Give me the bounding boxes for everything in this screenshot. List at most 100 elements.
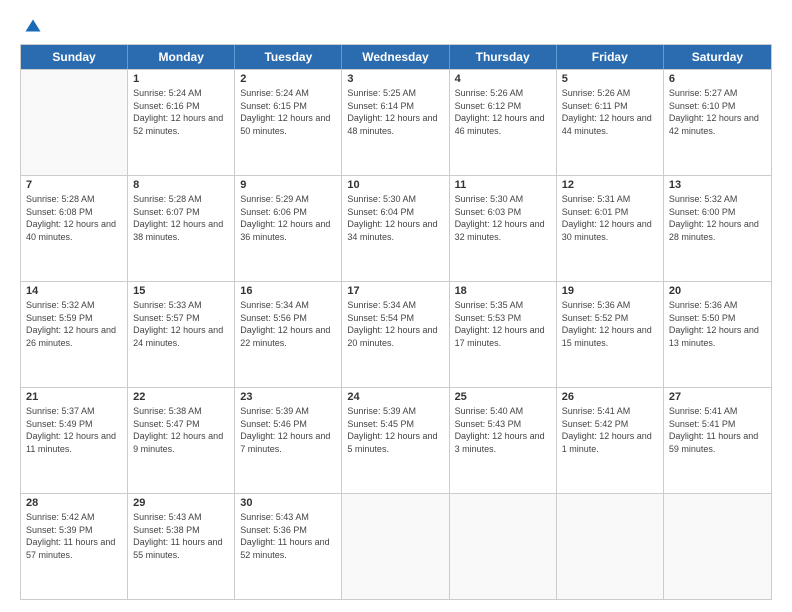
day-number: 18: [455, 285, 551, 297]
calendar-cell: 4 Sunrise: 5:26 AM Sunset: 6:12 PM Daylig…: [450, 70, 557, 175]
logo-area: [20, 18, 42, 36]
day-detail: Sunrise: 5:35 AM Sunset: 5:53 PM Dayligh…: [455, 299, 551, 349]
day-detail: Sunrise: 5:24 AM Sunset: 6:16 PM Dayligh…: [133, 87, 229, 137]
day-number: 22: [133, 391, 229, 403]
calendar-cell: 21 Sunrise: 5:37 AM Sunset: 5:49 PM Dayli…: [21, 388, 128, 493]
header: [20, 18, 772, 36]
day-detail: Sunrise: 5:43 AM Sunset: 5:36 PM Dayligh…: [240, 511, 336, 561]
calendar-cell: 5Sunrise: 5:26 AM Sunset: 6:11 PM Daylig…: [557, 70, 664, 175]
calendar-cell: 15Sunrise: 5:33 AM Sunset: 5:57 PM Dayli…: [128, 282, 235, 387]
header-day-saturday: Saturday: [664, 45, 771, 69]
day-detail: Sunrise: 5:30 AM Sunset: 6:03 PM Dayligh…: [455, 193, 551, 243]
calendar-week-3: 14 Sunrise: 5:32 AM Sunset: 5:59 PM Dayli…: [21, 281, 771, 387]
day-number: 30: [240, 497, 336, 509]
day-detail: Sunrise: 5:26 AM Sunset: 6:12 PM Dayligh…: [455, 87, 551, 137]
calendar-week-2: 7 Sunrise: 5:28 AM Sunset: 6:08 PM Daylig…: [21, 175, 771, 281]
calendar-cell: 3Sunrise: 5:25 AM Sunset: 6:14 PM Daylig…: [342, 70, 449, 175]
day-number: 26: [562, 391, 658, 403]
calendar-cell: 25 Sunrise: 5:40 AM Sunset: 5:43 PM Dayli…: [450, 388, 557, 493]
day-detail: Sunrise: 5:27 AM Sunset: 6:10 PM Dayligh…: [669, 87, 766, 137]
day-detail: Sunrise: 5:39 AM Sunset: 5:45 PM Dayligh…: [347, 405, 443, 455]
calendar-cell: 19 Sunrise: 5:36 AM Sunset: 5:52 PM Dayli…: [557, 282, 664, 387]
logo-icon: [24, 18, 42, 36]
day-detail: Sunrise: 5:40 AM Sunset: 5:43 PM Dayligh…: [455, 405, 551, 455]
calendar-cell: [450, 494, 557, 599]
day-detail: Sunrise: 5:37 AM Sunset: 5:49 PM Dayligh…: [26, 405, 122, 455]
header-day-thursday: Thursday: [450, 45, 557, 69]
day-number: 23: [240, 391, 336, 403]
day-number: 20: [669, 285, 766, 297]
logo: [20, 18, 42, 36]
calendar-cell: 16 Sunrise: 5:34 AM Sunset: 5:56 PM Dayli…: [235, 282, 342, 387]
calendar: SundayMondayTuesdayWednesdayThursdayFrid…: [20, 44, 772, 600]
calendar-week-5: 28Sunrise: 5:42 AM Sunset: 5:39 PM Dayli…: [21, 493, 771, 599]
calendar-cell: 10Sunrise: 5:30 AM Sunset: 6:04 PM Dayli…: [342, 176, 449, 281]
calendar-cell: [557, 494, 664, 599]
calendar-week-1: 1 Sunrise: 5:24 AM Sunset: 6:16 PM Daylig…: [21, 69, 771, 175]
day-number: 21: [26, 391, 122, 403]
day-number: 14: [26, 285, 122, 297]
day-detail: Sunrise: 5:28 AM Sunset: 6:07 PM Dayligh…: [133, 193, 229, 243]
calendar-cell: 22 Sunrise: 5:38 AM Sunset: 5:47 PM Dayli…: [128, 388, 235, 493]
day-detail: Sunrise: 5:24 AM Sunset: 6:15 PM Dayligh…: [240, 87, 336, 137]
day-number: 16: [240, 285, 336, 297]
calendar-cell: 30 Sunrise: 5:43 AM Sunset: 5:36 PM Dayli…: [235, 494, 342, 599]
calendar-cell: 8 Sunrise: 5:28 AM Sunset: 6:07 PM Daylig…: [128, 176, 235, 281]
day-number: 17: [347, 285, 443, 297]
day-detail: Sunrise: 5:43 AM Sunset: 5:38 PM Dayligh…: [133, 511, 229, 561]
day-number: 3: [347, 73, 443, 85]
calendar-cell: 2 Sunrise: 5:24 AM Sunset: 6:15 PM Daylig…: [235, 70, 342, 175]
day-number: 19: [562, 285, 658, 297]
calendar-cell: [21, 70, 128, 175]
day-number: 7: [26, 179, 122, 191]
calendar-cell: 24Sunrise: 5:39 AM Sunset: 5:45 PM Dayli…: [342, 388, 449, 493]
calendar-cell: 28Sunrise: 5:42 AM Sunset: 5:39 PM Dayli…: [21, 494, 128, 599]
day-detail: Sunrise: 5:34 AM Sunset: 5:54 PM Dayligh…: [347, 299, 443, 349]
calendar-cell: 6 Sunrise: 5:27 AM Sunset: 6:10 PM Daylig…: [664, 70, 771, 175]
calendar-cell: 9 Sunrise: 5:29 AM Sunset: 6:06 PM Daylig…: [235, 176, 342, 281]
calendar-cell: 7 Sunrise: 5:28 AM Sunset: 6:08 PM Daylig…: [21, 176, 128, 281]
day-number: 5: [562, 73, 658, 85]
day-number: 4: [455, 73, 551, 85]
day-detail: Sunrise: 5:38 AM Sunset: 5:47 PM Dayligh…: [133, 405, 229, 455]
day-number: 2: [240, 73, 336, 85]
page: SundayMondayTuesdayWednesdayThursdayFrid…: [0, 0, 792, 612]
day-number: 15: [133, 285, 229, 297]
day-detail: Sunrise: 5:41 AM Sunset: 5:41 PM Dayligh…: [669, 405, 766, 455]
calendar-cell: 18 Sunrise: 5:35 AM Sunset: 5:53 PM Dayli…: [450, 282, 557, 387]
day-number: 11: [455, 179, 551, 191]
day-number: 27: [669, 391, 766, 403]
day-number: 29: [133, 497, 229, 509]
calendar-cell: 12 Sunrise: 5:31 AM Sunset: 6:01 PM Dayli…: [557, 176, 664, 281]
day-number: 6: [669, 73, 766, 85]
calendar-cell: 27 Sunrise: 5:41 AM Sunset: 5:41 PM Dayli…: [664, 388, 771, 493]
calendar-cell: 29 Sunrise: 5:43 AM Sunset: 5:38 PM Dayli…: [128, 494, 235, 599]
day-number: 25: [455, 391, 551, 403]
day-number: 12: [562, 179, 658, 191]
day-detail: Sunrise: 5:36 AM Sunset: 5:52 PM Dayligh…: [562, 299, 658, 349]
calendar-cell: 20 Sunrise: 5:36 AM Sunset: 5:50 PM Dayli…: [664, 282, 771, 387]
day-detail: Sunrise: 5:34 AM Sunset: 5:56 PM Dayligh…: [240, 299, 336, 349]
day-detail: Sunrise: 5:32 AM Sunset: 5:59 PM Dayligh…: [26, 299, 122, 349]
calendar-cell: 14 Sunrise: 5:32 AM Sunset: 5:59 PM Dayli…: [21, 282, 128, 387]
day-number: 1: [133, 73, 229, 85]
day-number: 28: [26, 497, 122, 509]
calendar-cell: 23 Sunrise: 5:39 AM Sunset: 5:46 PM Dayli…: [235, 388, 342, 493]
day-detail: Sunrise: 5:32 AM Sunset: 6:00 PM Dayligh…: [669, 193, 766, 243]
day-number: 9: [240, 179, 336, 191]
day-number: 13: [669, 179, 766, 191]
day-detail: Sunrise: 5:30 AM Sunset: 6:04 PM Dayligh…: [347, 193, 443, 243]
day-detail: Sunrise: 5:29 AM Sunset: 6:06 PM Dayligh…: [240, 193, 336, 243]
calendar-cell: 13 Sunrise: 5:32 AM Sunset: 6:00 PM Dayli…: [664, 176, 771, 281]
calendar-cell: [342, 494, 449, 599]
header-day-tuesday: Tuesday: [235, 45, 342, 69]
day-detail: Sunrise: 5:31 AM Sunset: 6:01 PM Dayligh…: [562, 193, 658, 243]
day-detail: Sunrise: 5:28 AM Sunset: 6:08 PM Dayligh…: [26, 193, 122, 243]
header-day-sunday: Sunday: [21, 45, 128, 69]
day-number: 8: [133, 179, 229, 191]
calendar-cell: 17 Sunrise: 5:34 AM Sunset: 5:54 PM Dayli…: [342, 282, 449, 387]
day-detail: Sunrise: 5:39 AM Sunset: 5:46 PM Dayligh…: [240, 405, 336, 455]
header-day-wednesday: Wednesday: [342, 45, 449, 69]
day-detail: Sunrise: 5:36 AM Sunset: 5:50 PM Dayligh…: [669, 299, 766, 349]
calendar-body: 1 Sunrise: 5:24 AM Sunset: 6:16 PM Daylig…: [21, 69, 771, 599]
